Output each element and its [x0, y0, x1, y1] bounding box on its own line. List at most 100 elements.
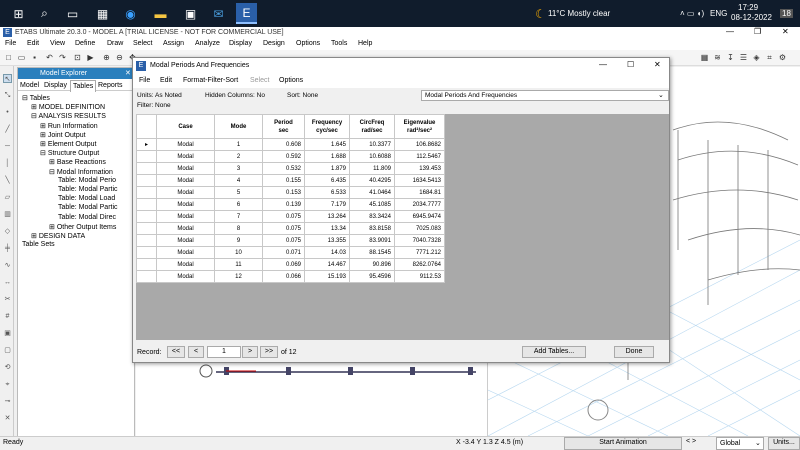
menu-analyze[interactable]: Analyze: [195, 40, 220, 47]
clock-date[interactable]: 08-12-2022: [731, 13, 772, 22]
table-cell[interactable]: 13.34: [304, 222, 350, 235]
draw-column-icon[interactable]: │: [3, 159, 12, 168]
expand-icon[interactable]: ⊞: [31, 104, 39, 111]
snap-intersection-icon[interactable]: ✕: [3, 414, 12, 423]
menu-view[interactable]: View: [50, 40, 65, 47]
table-cell[interactable]: Modal: [156, 138, 215, 151]
row-selector[interactable]: [136, 210, 157, 223]
detailing-icon[interactable]: ⌗: [765, 53, 774, 62]
table-row[interactable]: Modal 4 0.155 6.435 40.4295 1634.5413: [136, 174, 445, 187]
dialog-menu-file[interactable]: File: [139, 77, 150, 84]
table-cell[interactable]: 7025.083: [394, 222, 445, 235]
tree-item[interactable]: ⊞ Base Reactions: [49, 158, 106, 166]
tree-item[interactable]: Table: Modal Perio: [58, 177, 116, 184]
table-cell[interactable]: Modal: [156, 162, 215, 175]
widgets-icon[interactable]: ▦: [92, 3, 113, 24]
collapse-icon[interactable]: ⊟: [22, 95, 30, 102]
table-cell[interactable]: Modal: [156, 186, 215, 199]
table-cell[interactable]: 0.139: [262, 198, 305, 211]
windows-start-icon[interactable]: ⊞: [8, 3, 29, 24]
snap-ends-icon[interactable]: ⊸: [3, 397, 12, 406]
restore-icon[interactable]: ❐: [754, 27, 761, 36]
table-cell[interactable]: 2034.7777: [394, 198, 445, 211]
table-cell[interactable]: 0.075: [262, 234, 305, 247]
open-icon[interactable]: ▭: [17, 53, 26, 62]
table-cell[interactable]: 5: [214, 186, 263, 199]
menu-select[interactable]: Select: [133, 40, 152, 47]
table-cell[interactable]: 90.896: [349, 258, 395, 271]
table-cell[interactable]: Modal: [156, 222, 215, 235]
table-cell[interactable]: 4: [214, 174, 263, 187]
table-cell[interactable]: 0.592: [262, 150, 305, 163]
draw-link-icon[interactable]: ╪: [3, 244, 12, 253]
table-row[interactable]: Modal 9 0.075 13.355 83.9091 7040.7328: [136, 234, 445, 247]
tree-item[interactable]: ⊟ Tables: [22, 94, 50, 102]
pointer-icon[interactable]: ↖: [3, 74, 12, 83]
table-cell[interactable]: 45.1085: [349, 198, 395, 211]
clock-time[interactable]: 17:29: [738, 3, 758, 12]
table-cell[interactable]: 15.193: [304, 270, 350, 283]
dialog-menu-format-filter-sort[interactable]: Format-Filter-Sort: [183, 77, 238, 84]
table-cell[interactable]: 1: [214, 138, 263, 151]
dialog-menu-edit[interactable]: Edit: [160, 77, 172, 84]
column-header[interactable]: Period sec: [262, 114, 305, 139]
table-cell[interactable]: 41.0464: [349, 186, 395, 199]
units-button[interactable]: Units...: [768, 437, 800, 450]
store-icon[interactable]: ▣: [180, 3, 201, 24]
modal-periods-table[interactable]: Case Mode Period sec Frequency cyc/sec CircFre…: [136, 114, 445, 283]
menu-help[interactable]: Help: [358, 40, 372, 47]
table-cell[interactable]: 7771.212: [394, 246, 445, 259]
notification-badge[interactable]: 18: [780, 9, 793, 18]
expand-icon[interactable]: ⊞: [49, 159, 57, 166]
table-row[interactable]: Modal 12 0.066 15.193 95.4596 9112.53: [136, 270, 445, 283]
minimize-icon[interactable]: —: [726, 27, 734, 36]
dialog-minimize-icon[interactable]: —: [599, 60, 607, 69]
next-record-button[interactable]: >: [242, 346, 258, 358]
column-header[interactable]: Case: [156, 114, 215, 139]
tree-item[interactable]: Table: Modal Load: [58, 195, 115, 202]
menu-display[interactable]: Display: [229, 40, 252, 47]
table-row[interactable]: Modal 8 0.075 13.34 83.8158 7025.083: [136, 222, 445, 235]
menu-tools[interactable]: Tools: [331, 40, 347, 47]
row-selector[interactable]: [136, 174, 157, 187]
table-cell[interactable]: 7: [214, 210, 263, 223]
tree-item[interactable]: ⊞ Other Output Items: [49, 223, 116, 231]
first-record-button[interactable]: <<: [167, 346, 185, 358]
table-cell[interactable]: 14.467: [304, 258, 350, 271]
table-cell[interactable]: 7.179: [304, 198, 350, 211]
tree-item[interactable]: Table: Modal Partic: [58, 204, 118, 211]
mail-icon[interactable]: ✉: [208, 3, 229, 24]
expand-icon[interactable]: ⊞: [49, 224, 57, 231]
menu-options[interactable]: Options: [296, 40, 320, 47]
chevron-down-icon[interactable]: ⌄: [755, 439, 761, 447]
row-selector[interactable]: [136, 150, 157, 163]
lock-icon[interactable]: ⊡: [73, 53, 82, 62]
menu-edit[interactable]: Edit: [27, 40, 39, 47]
previous-record-button[interactable]: <: [188, 346, 204, 358]
table-cell[interactable]: 1.688: [304, 150, 350, 163]
tab-reports[interactable]: Reports: [98, 82, 123, 89]
tree-item[interactable]: Table: Modal Direc: [58, 214, 116, 221]
table-row[interactable]: Modal 7 0.075 13.264 83.3424 6945.9474: [136, 210, 445, 223]
animation-stepper[interactable]: < >: [686, 438, 696, 445]
table-cell[interactable]: 13.355: [304, 234, 350, 247]
tab-display[interactable]: Display: [44, 82, 67, 89]
column-header[interactable]: CircFreq rad/sec: [349, 114, 395, 139]
table-cell[interactable]: Modal: [156, 270, 215, 283]
table-cell[interactable]: 0.069: [262, 258, 305, 271]
tree-item[interactable]: ⊞ Joint Output: [40, 131, 86, 139]
tab-model[interactable]: Model: [20, 82, 39, 89]
table-row[interactable]: ▸ Modal 1 0.608 1.645 10.3377 106.8682: [136, 138, 445, 151]
options-icon[interactable]: ⚙: [778, 53, 787, 62]
expand-icon[interactable]: ⊞: [40, 141, 48, 148]
deselect-icon[interactable]: ▢: [3, 346, 12, 355]
table-row[interactable]: Modal 6 0.139 7.179 45.1085 2034.7777: [136, 198, 445, 211]
dialog-menu-select[interactable]: Select: [250, 77, 269, 84]
table-cell[interactable]: 83.8158: [349, 222, 395, 235]
table-cell[interactable]: 6.435: [304, 174, 350, 187]
table-row[interactable]: Modal 5 0.153 6.533 41.0464 1684.81: [136, 186, 445, 199]
tree-item[interactable]: Table: Modal Partic: [58, 186, 118, 193]
column-header[interactable]: Eigenvalue rad²/sec²: [394, 114, 445, 139]
weather-text[interactable]: 11°C Mostly clear: [548, 9, 610, 18]
table-cell[interactable]: 139.453: [394, 162, 445, 175]
